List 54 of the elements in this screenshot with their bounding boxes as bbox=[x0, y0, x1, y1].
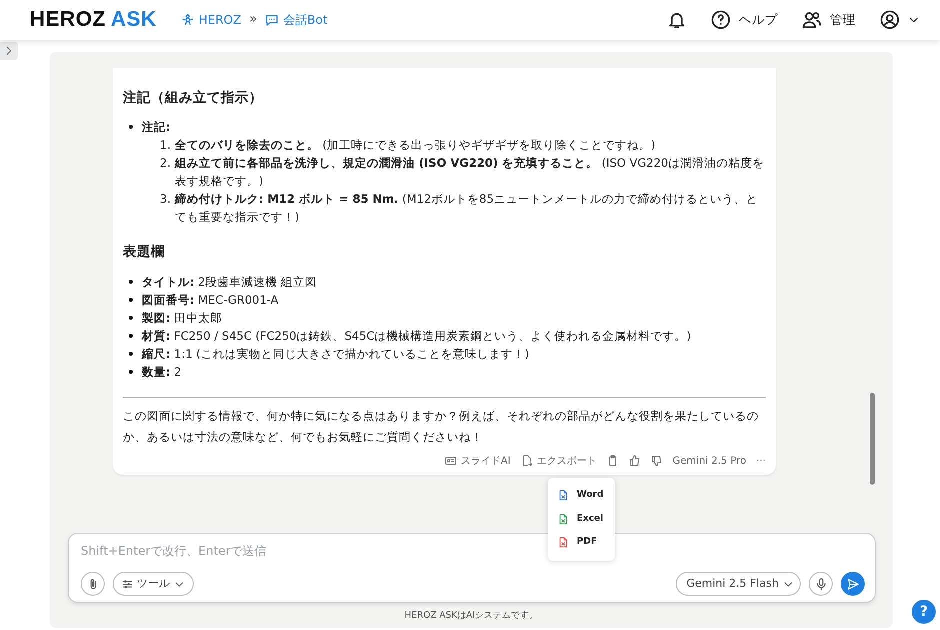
bullet-icon bbox=[129, 370, 133, 374]
list-number: 2. bbox=[159, 155, 171, 172]
export-button[interactable]: エクスポート bbox=[520, 454, 597, 468]
breadcrumb-link[interactable]: 会話Bot bbox=[265, 11, 328, 29]
list-number: 1. bbox=[159, 137, 171, 154]
file-export-icon bbox=[520, 455, 533, 467]
microphone-icon bbox=[814, 578, 828, 590]
list-item: 図面番号: MEC-GR001-A bbox=[142, 292, 279, 308]
model-label[interactable]: Gemini 2.5 Pro bbox=[672, 454, 746, 468]
menu-item[interactable]: Excel bbox=[548, 508, 615, 531]
model-select[interactable]: Gemini 2.5 Flash bbox=[676, 572, 801, 596]
breadcrumb-link[interactable]: HEROZ bbox=[180, 11, 242, 29]
word-file-icon bbox=[558, 490, 569, 502]
bullet-icon bbox=[129, 316, 133, 320]
slide-button[interactable]: スライドAI bbox=[444, 454, 511, 468]
logo: HEROZ ASK bbox=[30, 7, 157, 34]
section-heading: 注記（組み立て指示） bbox=[123, 89, 264, 108]
list-item: タイトル: 2段歯車減速機 組立図 bbox=[142, 274, 318, 290]
help-icon bbox=[711, 10, 731, 30]
list-item: 数量: 2 bbox=[142, 364, 182, 380]
list-item: 材質: FC250 / S45C (FC250は鋳鉄、S45Cは機械構造用炭素鋼という、よく使われる金属材料です。) bbox=[142, 328, 692, 344]
sidebar-toggle[interactable] bbox=[0, 42, 18, 60]
list-item: 縮尺: 1:1 (これは実物と同じ大きさで描かれていることを意味します！) bbox=[142, 346, 530, 362]
user-icon bbox=[880, 10, 900, 30]
help-button[interactable]: ? bbox=[912, 600, 936, 624]
chat-icon bbox=[265, 13, 280, 27]
bullet-icon bbox=[129, 298, 133, 302]
footer-note: HEROZ ASKはAIシステムです。 bbox=[404, 610, 540, 623]
message-paragraph: この図面に関する情報で、何か特に気になる点はありますか？例えば、それぞれの部品がどんな役割を果たしているのか、あるいは寸法の意味など、何でもお気軽にご質問くださいね！ bbox=[123, 408, 760, 446]
breadcrumb-separator: » bbox=[249, 11, 258, 30]
send-icon bbox=[846, 578, 860, 590]
pdf-file-icon bbox=[558, 537, 569, 548]
sliders-icon bbox=[122, 578, 133, 590]
menu-item[interactable]: Word bbox=[548, 484, 615, 508]
slide-icon bbox=[444, 455, 457, 467]
bullet-icon bbox=[129, 352, 133, 356]
network-icon bbox=[180, 13, 195, 27]
more-button[interactable]: ··· bbox=[756, 454, 766, 468]
list-number: 3. bbox=[159, 191, 171, 208]
users-icon bbox=[802, 10, 822, 30]
bullet-icon bbox=[129, 280, 133, 284]
list-item: 組み立て前に各部品を洗浄し、規定の潤滑油 (ISO VG220) を充填すること。 (ISO VG220は潤滑油の粘度を表す規格です。) bbox=[175, 155, 766, 190]
list-item: 製図: 田中太郎 bbox=[142, 310, 222, 326]
list-item: 注記: bbox=[142, 119, 171, 136]
scrollbar-thumb[interactable] bbox=[870, 393, 875, 485]
excel-file-icon bbox=[558, 514, 569, 525]
tools-button[interactable]: ツール bbox=[113, 572, 194, 596]
list-item: 締め付けトルク: M12 ボルト = 85 Nm. (M12ボルトを85ニュートンメートルの力で締め付けるという、とても重要な指示です！) bbox=[175, 191, 760, 226]
list-item: 全てのバリを除去のこと。 (加工時にできる出っ張りやギザギザを取り除くことですね。) bbox=[175, 137, 656, 154]
bullet-icon bbox=[129, 334, 133, 338]
section-heading: 表題欄 bbox=[123, 243, 166, 262]
admin-link[interactable]: 管理 bbox=[802, 10, 856, 30]
help-link[interactable]: ヘルプ bbox=[711, 10, 778, 30]
bullet-icon bbox=[129, 125, 133, 130]
